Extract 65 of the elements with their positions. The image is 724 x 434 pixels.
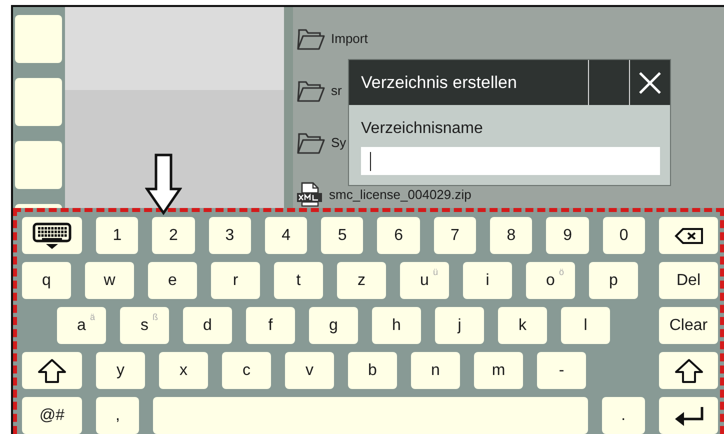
key[interactable]: f [246,307,295,344]
xml-file-icon [296,182,323,206]
backspace-icon [674,226,704,244]
key[interactable]: 0 [602,217,645,254]
shift-key[interactable] [659,352,718,389]
enter-icon [672,404,705,426]
key[interactable]: Del [659,262,718,299]
key[interactable]: 1 [96,217,138,254]
file-name[interactable]: Sy [331,134,346,150]
key[interactable]: Clear [659,307,718,344]
key[interactable]: c [222,352,271,389]
shift-key[interactable] [22,352,82,389]
key[interactable]: - [537,352,586,389]
key[interactable]: 5 [321,217,364,254]
key[interactable]: r [211,262,260,299]
key[interactable]: 6 [377,217,420,254]
key[interactable]: x [159,352,208,389]
key[interactable]: m [474,352,523,389]
key[interactable]: 8 [490,217,532,254]
key[interactable]: 4 [264,217,308,254]
key[interactable]: q [22,262,71,299]
backspace-key[interactable] [659,217,718,254]
dialog-title: Verzeichnis erstellen [360,72,518,94]
keyboard-hide-icon [32,222,72,250]
key[interactable]: 9 [546,217,589,254]
alt-char-label: ö [558,267,564,277]
key[interactable]: k [498,307,547,344]
alt-char-label: ü [432,267,438,277]
file-name[interactable]: smc_license_004029.zip [329,186,472,202]
shift-icon [37,358,67,384]
close-icon [638,70,662,94]
key[interactable]: y [96,352,145,389]
key[interactable]: i [463,262,512,299]
key[interactable]: @# [22,397,82,434]
key[interactable]: l [561,307,610,344]
key[interactable]: , [96,397,140,434]
key[interactable]: p [589,262,638,299]
field-label: Verzeichnisname [360,119,484,139]
key[interactable]: s ß [120,307,169,344]
key[interactable]: e [148,262,197,299]
file-name[interactable]: Import [331,30,368,46]
key[interactable]: v [285,352,334,389]
key[interactable]: a ä [57,307,106,344]
key[interactable]: g [309,307,358,344]
key[interactable]: d [183,307,232,344]
key[interactable]: w [85,262,134,299]
enter-key[interactable] [659,397,718,434]
key[interactable]: h [372,307,421,344]
alt-char-label: ß [152,312,158,322]
keyboard-hide-key[interactable] [22,217,82,254]
key[interactable]: 2 [152,217,195,254]
key[interactable]: b [348,352,397,389]
key[interactable]: o ö [526,262,575,299]
key[interactable]: u ü [400,262,449,299]
key[interactable]: 7 [434,217,476,254]
file-name[interactable]: sr [331,82,342,98]
name-input-field[interactable] [361,147,660,175]
shift-icon [674,358,704,384]
key[interactable]: 3 [208,217,251,254]
key[interactable]: z [337,262,386,299]
key[interactable]: j [435,307,484,344]
key[interactable]: . [602,397,646,434]
key[interactable]: n [411,352,460,389]
key[interactable]: t [274,262,323,299]
alt-char-label: ä [90,312,95,322]
